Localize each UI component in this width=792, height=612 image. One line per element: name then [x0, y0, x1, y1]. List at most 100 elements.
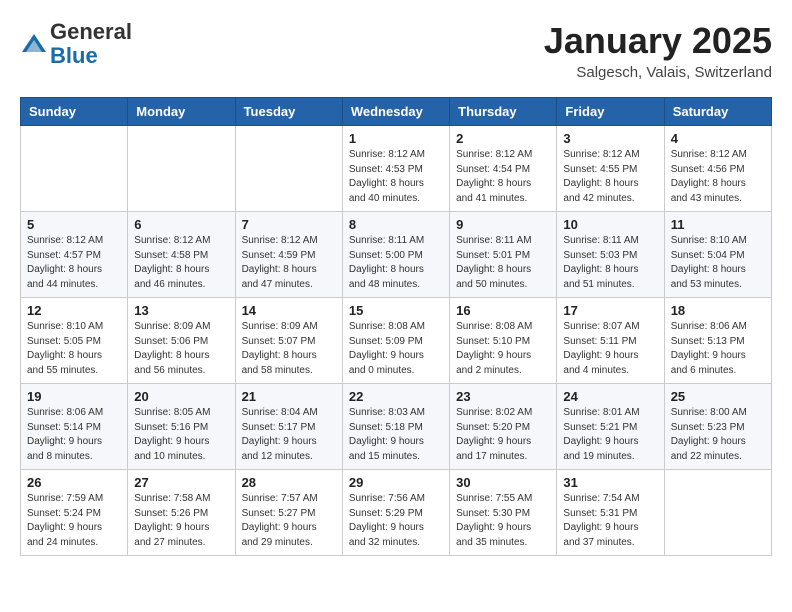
calendar-day-cell: 11 Sunrise: 8:10 AM Sunset: 5:04 PM Dayli… [664, 212, 771, 298]
day-number: 22 [349, 389, 443, 404]
day-number: 24 [563, 389, 657, 404]
calendar-day-cell: 21 Sunrise: 8:04 AM Sunset: 5:17 PM Dayli… [235, 384, 342, 470]
calendar-day-cell [128, 126, 235, 212]
day-info: Sunrise: 8:01 AM Sunset: 5:21 PM Dayligh… [563, 406, 657, 464]
day-info: Sunrise: 8:04 AM Sunset: 5:17 PM Dayligh… [242, 406, 336, 464]
day-number: 12 [27, 303, 121, 318]
day-info: Sunrise: 8:12 AM Sunset: 4:57 PM Dayligh… [27, 234, 121, 292]
day-info: Sunrise: 8:12 AM Sunset: 4:59 PM Dayligh… [242, 234, 336, 292]
day-info: Sunrise: 8:12 AM Sunset: 4:53 PM Dayligh… [349, 148, 443, 206]
day-info: Sunrise: 8:12 AM Sunset: 4:55 PM Dayligh… [563, 148, 657, 206]
calendar-day-cell: 1 Sunrise: 8:12 AM Sunset: 4:53 PM Daylig… [342, 126, 449, 212]
title-block: January 2025 Salgesch, Valais, Switzerla… [544, 20, 772, 81]
day-number: 13 [134, 303, 228, 318]
logo-icon [20, 30, 48, 58]
day-info: Sunrise: 8:12 AM Sunset: 4:54 PM Dayligh… [456, 148, 550, 206]
day-info: Sunrise: 8:11 AM Sunset: 5:03 PM Dayligh… [563, 234, 657, 292]
day-number: 1 [349, 131, 443, 146]
day-number: 5 [27, 217, 121, 232]
calendar-day-cell [235, 126, 342, 212]
calendar-day-cell [664, 470, 771, 556]
calendar-day-cell: 6 Sunrise: 8:12 AM Sunset: 4:58 PM Daylig… [128, 212, 235, 298]
day-info: Sunrise: 8:09 AM Sunset: 5:07 PM Dayligh… [242, 320, 336, 378]
calendar-day-cell: 20Sunrise: 8:05 AM Sunset: 5:16 PM Dayli… [128, 384, 235, 470]
day-info: Sunrise: 8:12 AM Sunset: 4:58 PM Dayligh… [134, 234, 228, 292]
day-number: 21 [242, 389, 336, 404]
calendar-week-row: 1 Sunrise: 8:12 AM Sunset: 4:53 PM Daylig… [21, 126, 772, 212]
calendar-day-cell: 3Sunrise: 8:12 AM Sunset: 4:55 PM Daylig… [557, 126, 664, 212]
logo-blue: Blue [50, 43, 98, 68]
day-number: 23 [456, 389, 550, 404]
calendar-day-cell: 27 Sunrise: 7:58 AM Sunset: 5:26 PM Dayli… [128, 470, 235, 556]
calendar-day-cell: 29Sunrise: 7:56 AM Sunset: 5:29 PM Dayli… [342, 470, 449, 556]
day-info: Sunrise: 8:08 AM Sunset: 5:10 PM Dayligh… [456, 320, 550, 378]
page-header: General Blue January 2025 Salgesch, Vala… [20, 20, 772, 81]
day-number: 9 [456, 217, 550, 232]
day-number: 15 [349, 303, 443, 318]
day-info: Sunrise: 8:03 AM Sunset: 5:18 PM Dayligh… [349, 406, 443, 464]
day-info: Sunrise: 8:06 AM Sunset: 5:14 PM Dayligh… [27, 406, 121, 464]
day-info: Sunrise: 8:10 AM Sunset: 5:04 PM Dayligh… [671, 234, 765, 292]
day-info: Sunrise: 8:09 AM Sunset: 5:06 PM Dayligh… [134, 320, 228, 378]
calendar-day-cell: 13 Sunrise: 8:09 AM Sunset: 5:06 PM Dayli… [128, 298, 235, 384]
calendar-day-cell: 25 Sunrise: 8:00 AM Sunset: 5:23 PM Dayli… [664, 384, 771, 470]
location: Salgesch, Valais, Switzerland [544, 64, 772, 81]
logo: General Blue [20, 20, 132, 68]
day-number: 16 [456, 303, 550, 318]
month-title: January 2025 [544, 20, 772, 62]
day-info: Sunrise: 8:10 AM Sunset: 5:05 PM Dayligh… [27, 320, 121, 378]
weekday-header: Thursday [450, 98, 557, 126]
calendar-week-row: 12 Sunrise: 8:10 AM Sunset: 5:05 PM Dayli… [21, 298, 772, 384]
calendar-day-cell: 5 Sunrise: 8:12 AM Sunset: 4:57 PM Daylig… [21, 212, 128, 298]
calendar-day-cell: 14 Sunrise: 8:09 AM Sunset: 5:07 PM Dayli… [235, 298, 342, 384]
logo-text: General Blue [50, 20, 132, 68]
calendar-day-cell: 26Sunrise: 7:59 AM Sunset: 5:24 PM Dayli… [21, 470, 128, 556]
day-number: 18 [671, 303, 765, 318]
calendar-day-cell: 23 Sunrise: 8:02 AM Sunset: 5:20 PM Dayli… [450, 384, 557, 470]
calendar-week-row: 26Sunrise: 7:59 AM Sunset: 5:24 PM Dayli… [21, 470, 772, 556]
day-number: 6 [134, 217, 228, 232]
calendar-day-cell: 31 Sunrise: 7:54 AM Sunset: 5:31 PM Dayli… [557, 470, 664, 556]
weekday-header: Friday [557, 98, 664, 126]
calendar-day-cell: 10Sunrise: 8:11 AM Sunset: 5:03 PM Dayli… [557, 212, 664, 298]
weekday-header: Tuesday [235, 98, 342, 126]
calendar-day-cell: 8Sunrise: 8:11 AM Sunset: 5:00 PM Daylig… [342, 212, 449, 298]
day-info: Sunrise: 8:07 AM Sunset: 5:11 PM Dayligh… [563, 320, 657, 378]
weekday-header: Wednesday [342, 98, 449, 126]
day-info: Sunrise: 7:55 AM Sunset: 5:30 PM Dayligh… [456, 492, 550, 550]
calendar-day-cell: 17 Sunrise: 8:07 AM Sunset: 5:11 PM Dayli… [557, 298, 664, 384]
day-info: Sunrise: 8:11 AM Sunset: 5:00 PM Dayligh… [349, 234, 443, 292]
day-info: Sunrise: 7:54 AM Sunset: 5:31 PM Dayligh… [563, 492, 657, 550]
day-number: 29 [349, 475, 443, 490]
day-number: 31 [563, 475, 657, 490]
weekday-header-row: SundayMondayTuesdayWednesdayThursdayFrid… [21, 98, 772, 126]
calendar-day-cell: 12 Sunrise: 8:10 AM Sunset: 5:05 PM Dayli… [21, 298, 128, 384]
day-number: 17 [563, 303, 657, 318]
calendar-day-cell: 28Sunrise: 7:57 AM Sunset: 5:27 PM Dayli… [235, 470, 342, 556]
day-info: Sunrise: 8:11 AM Sunset: 5:01 PM Dayligh… [456, 234, 550, 292]
calendar-day-cell: 18Sunrise: 8:06 AM Sunset: 5:13 PM Dayli… [664, 298, 771, 384]
calendar-day-cell: 22 Sunrise: 8:03 AM Sunset: 5:18 PM Dayli… [342, 384, 449, 470]
weekday-header: Monday [128, 98, 235, 126]
weekday-header: Saturday [664, 98, 771, 126]
calendar-day-cell: 7 Sunrise: 8:12 AM Sunset: 4:59 PM Daylig… [235, 212, 342, 298]
day-number: 27 [134, 475, 228, 490]
weekday-header: Sunday [21, 98, 128, 126]
calendar-day-cell: 9 Sunrise: 8:11 AM Sunset: 5:01 PM Daylig… [450, 212, 557, 298]
calendar-day-cell [21, 126, 128, 212]
day-number: 19 [27, 389, 121, 404]
day-number: 25 [671, 389, 765, 404]
day-number: 30 [456, 475, 550, 490]
calendar-day-cell: 19 Sunrise: 8:06 AM Sunset: 5:14 PM Dayli… [21, 384, 128, 470]
day-info: Sunrise: 8:02 AM Sunset: 5:20 PM Dayligh… [456, 406, 550, 464]
day-number: 14 [242, 303, 336, 318]
calendar-day-cell: 30 Sunrise: 7:55 AM Sunset: 5:30 PM Dayli… [450, 470, 557, 556]
day-info: Sunrise: 8:12 AM Sunset: 4:56 PM Dayligh… [671, 148, 765, 206]
day-number: 7 [242, 217, 336, 232]
day-info: Sunrise: 8:00 AM Sunset: 5:23 PM Dayligh… [671, 406, 765, 464]
calendar-week-row: 19 Sunrise: 8:06 AM Sunset: 5:14 PM Dayli… [21, 384, 772, 470]
day-info: Sunrise: 7:59 AM Sunset: 5:24 PM Dayligh… [27, 492, 121, 550]
calendar-day-cell: 16 Sunrise: 8:08 AM Sunset: 5:10 PM Dayli… [450, 298, 557, 384]
day-info: Sunrise: 7:58 AM Sunset: 5:26 PM Dayligh… [134, 492, 228, 550]
day-number: 11 [671, 217, 765, 232]
